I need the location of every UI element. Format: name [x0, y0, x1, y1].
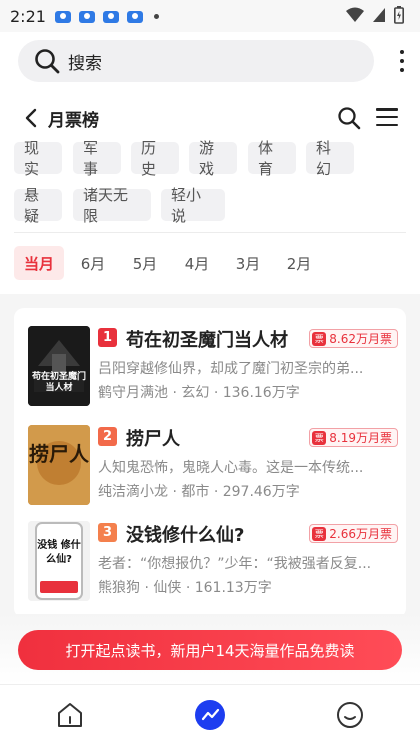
- meta-separator: ·: [172, 385, 177, 401]
- book-words: 161.13万字: [194, 580, 272, 596]
- book-description: 老者：“你想报仇？”少年：“我被强者反复...: [98, 556, 372, 572]
- book-genre: 玄幻: [181, 385, 210, 401]
- search-icon[interactable]: [337, 106, 361, 130]
- status-bar: 2:21: [0, 0, 420, 32]
- ticket-count: 8.19万月票: [329, 431, 392, 445]
- page-title: 月票榜: [48, 111, 99, 131]
- category-chip[interactable]: 科幻: [306, 139, 354, 178]
- promo-area: 打开起点读书，新用户14天海量作品免费读: [0, 614, 420, 684]
- category-chip[interactable]: 游戏: [189, 139, 237, 178]
- notification-icon: [78, 11, 95, 23]
- book-author: 鹤守月满池: [98, 385, 168, 401]
- search-bar[interactable]: 搜索: [18, 40, 374, 82]
- ticket-count: 2.66万月票: [329, 527, 392, 541]
- book-cover: 捞尸人: [28, 425, 90, 505]
- bottom-nav: [0, 684, 420, 747]
- book-genre: 都市: [181, 484, 210, 500]
- rank-badge: 2: [98, 427, 117, 446]
- notification-icon: [102, 11, 119, 23]
- back-icon[interactable]: [20, 106, 44, 130]
- ticket-badge: 票 8.19万月票: [309, 428, 398, 447]
- book-description: 人知鬼恐怖，鬼晓人心毒。这是一本传统...: [98, 460, 364, 476]
- tab-rank[interactable]: [194, 699, 226, 731]
- book-title: 捞尸人: [126, 429, 180, 450]
- category-chip[interactable]: 诸天无限: [73, 186, 151, 225]
- ranking-list: 苟在初圣魔门 当人材 1 苟在初圣魔门当人材 票 8.62万月票 吕阳穿越修仙界…: [14, 308, 406, 618]
- notification-icon: [54, 11, 71, 23]
- book-cover: 苟在初圣魔门 当人材: [28, 326, 90, 406]
- book-meta: 纯洁滴小龙 · 都市 · 297.46万字: [98, 481, 300, 501]
- tab-profile[interactable]: [334, 699, 366, 731]
- tab-home[interactable]: [54, 699, 86, 731]
- home-icon: [58, 703, 82, 727]
- wifi-icon: [346, 7, 364, 22]
- search-label: 搜索: [68, 53, 102, 74]
- status-icons: [346, 6, 404, 24]
- cover-art: [28, 326, 90, 406]
- book-author: 熊狼狗: [98, 580, 140, 596]
- category-chip[interactable]: 历史: [131, 139, 179, 178]
- month-tab-current[interactable]: 当月: [14, 246, 64, 280]
- meta-separator: ·: [185, 580, 191, 596]
- ticket-badge: 票 8.62万月票: [309, 329, 398, 348]
- list-item[interactable]: 没钱 修什么仙? 3 没钱修什么仙? 票 2.66万月票 老者：“你想报仇？”少…: [28, 521, 398, 603]
- battery-icon: [394, 6, 404, 24]
- month-tab[interactable]: 3月: [227, 246, 269, 280]
- ticket-count: 8.62万月票: [329, 332, 392, 346]
- meta-separator: ·: [144, 580, 149, 596]
- ticket-icon: 票: [312, 526, 327, 541]
- month-tab[interactable]: 4月: [176, 246, 218, 280]
- book-genre: 仙侠: [153, 580, 182, 596]
- ticket-badge: 票 2.66万月票: [309, 524, 398, 543]
- cover-title: 捞尸人: [29, 442, 89, 466]
- category-chip[interactable]: 悬疑: [14, 186, 62, 225]
- search-icon: [35, 49, 60, 74]
- book-cover: 没钱 修什么仙?: [28, 521, 90, 601]
- divider: [14, 232, 406, 233]
- book-title: 苟在初圣魔门当人材: [126, 330, 288, 351]
- month-tab[interactable]: 2月: [278, 246, 320, 280]
- more-options-icon[interactable]: [398, 50, 406, 72]
- smiley-icon: [337, 702, 363, 728]
- list-item[interactable]: 苟在初圣魔门 当人材 1 苟在初圣魔门当人材 票 8.62万月票 吕阳穿越修仙界…: [28, 326, 398, 408]
- header-area: 搜索 月票榜 现实 军事 历史 游戏 体育 科幻 悬疑 诸天无限 轻小说 当月 …: [0, 32, 420, 294]
- more-notifications-dot: [153, 13, 159, 19]
- month-tab[interactable]: 6月: [72, 246, 114, 280]
- cover-title: 没钱 修什么仙?: [37, 540, 81, 565]
- nav-row: 月票榜: [0, 100, 420, 136]
- meta-separator: ·: [213, 385, 219, 401]
- rank-tab-icon: [195, 700, 225, 730]
- notification-icon: [126, 11, 143, 23]
- book-description: 吕阳穿越修仙界，却成了魔门初圣宗的弟...: [98, 361, 364, 377]
- category-chip[interactable]: 军事: [73, 139, 121, 178]
- book-words: 297.46万字: [222, 484, 300, 500]
- list-item[interactable]: 捞尸人 2 捞尸人 票 8.19万月票 人知鬼恐怖，鬼晓人心毒。这是一本传统..…: [28, 425, 398, 507]
- book-meta: 鹤守月满池 · 玄幻 · 136.16万字: [98, 382, 300, 402]
- ticket-icon: 票: [312, 331, 327, 346]
- book-meta: 熊狼狗 · 仙侠 · 161.13万字: [98, 577, 272, 597]
- menu-icon[interactable]: [376, 108, 398, 126]
- meta-separator: ·: [213, 484, 219, 500]
- open-app-button[interactable]: 打开起点读书，新用户14天海量作品免费读: [18, 630, 402, 670]
- book-title: 没钱修什么仙?: [126, 525, 245, 546]
- rank-badge: 1: [98, 328, 117, 347]
- rank-badge: 3: [98, 523, 117, 542]
- month-tab[interactable]: 5月: [124, 246, 166, 280]
- cover-title: 苟在初圣魔门 当人材: [32, 372, 87, 393]
- book-author: 纯洁滴小龙: [98, 484, 168, 500]
- category-chip[interactable]: 现实: [14, 139, 62, 178]
- meta-separator: ·: [172, 484, 177, 500]
- category-chip[interactable]: 体育: [248, 139, 296, 178]
- category-chip[interactable]: 轻小说: [161, 186, 225, 225]
- status-time: 2:21: [10, 6, 46, 26]
- book-words: 136.16万字: [222, 385, 300, 401]
- signal-icon: [373, 8, 385, 22]
- ticket-icon: 票: [312, 430, 327, 445]
- trend-icon: [201, 708, 220, 721]
